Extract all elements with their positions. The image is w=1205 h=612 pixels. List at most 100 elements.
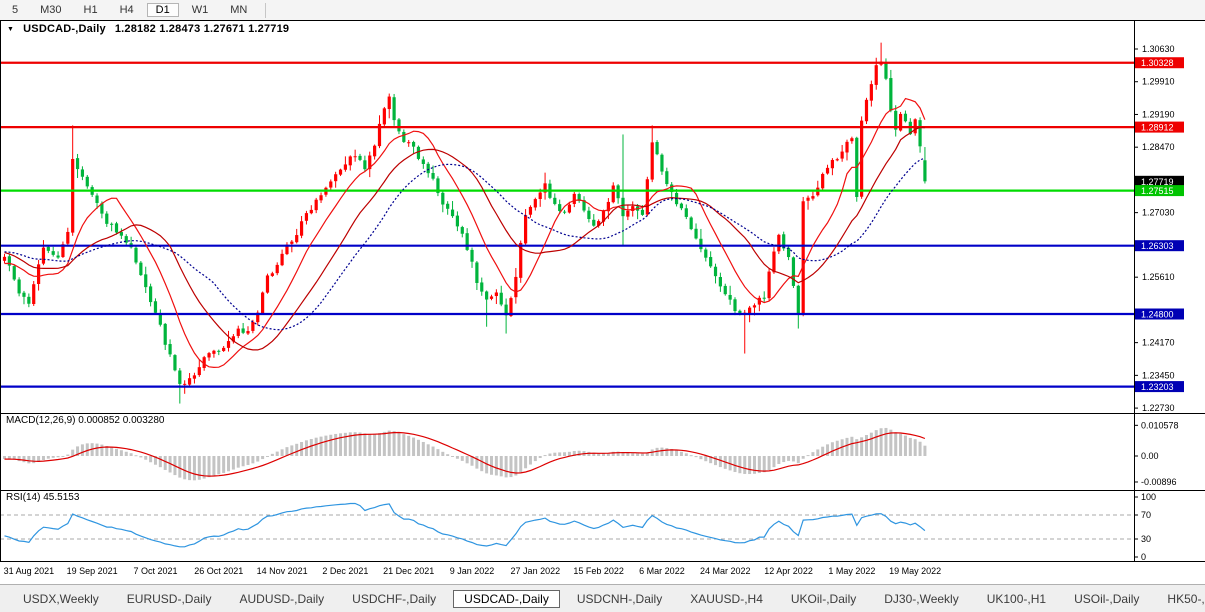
candle-body	[183, 383, 187, 385]
timeframe-button-H1[interactable]: H1	[75, 3, 107, 17]
symbol-tab-ukoil-daily[interactable]: UKOil-,Daily	[780, 590, 867, 608]
candle-body	[616, 185, 620, 199]
macd-histogram-bar	[446, 454, 450, 456]
macd-histogram-bar	[752, 456, 756, 474]
price-badge-1.30328: 1.30328	[1135, 57, 1184, 69]
macd-histogram-bar	[17, 456, 21, 462]
symbol-tab-usdchf-daily[interactable]: USDCHF-,Daily	[341, 590, 447, 608]
symbol-tab-uk100-h1[interactable]: UK100-,H1	[976, 590, 1057, 608]
candle-body	[728, 294, 732, 300]
macd-histogram-bar	[144, 456, 148, 460]
timeframe-button-W1[interactable]: W1	[183, 3, 218, 17]
macd-histogram-bar	[777, 456, 781, 464]
price-tick-label: 1.29190	[1142, 109, 1175, 119]
symbol-dropdown-icon[interactable]: ▼	[7, 26, 14, 33]
candle-body	[197, 367, 201, 376]
candle-body	[572, 193, 576, 204]
candle-body	[192, 375, 197, 379]
macd-histogram-bar	[441, 451, 445, 456]
symbol-tab-usoil-daily[interactable]: USOil-,Daily	[1063, 590, 1150, 608]
macd-histogram-bar	[319, 436, 323, 456]
candle-body	[621, 197, 625, 217]
candle-body	[178, 370, 182, 384]
macd-histogram-bar	[475, 456, 479, 469]
symbol-tab-usdcad-daily[interactable]: USDCAD-,Daily	[453, 589, 560, 608]
macd-histogram-bar	[855, 439, 859, 456]
candle-body	[460, 227, 464, 234]
candle-body	[353, 156, 357, 158]
candle-body	[363, 160, 367, 170]
candle-body	[733, 299, 737, 312]
candle-body	[645, 179, 649, 215]
chart-canvas[interactable]: 1.30630 1.29910 1.29190 1.28470 1.27030 1.256…	[0, 0, 1205, 584]
symbol-tab-xauusd-h4[interactable]: XAUUSD-,H4	[679, 590, 774, 608]
candle-body	[12, 266, 16, 280]
symbol-tab-usdx-weekly[interactable]: USDX,Weekly	[12, 590, 110, 608]
candle-body	[528, 206, 533, 215]
candle-body	[679, 203, 684, 209]
timeframe-button-D1[interactable]: D1	[146, 3, 179, 17]
candle-body	[499, 292, 503, 305]
candle-body	[821, 173, 825, 189]
candle-body	[431, 172, 435, 179]
timeframe-button-MN[interactable]: MN	[221, 3, 256, 17]
macd-histogram-bar	[183, 456, 187, 480]
toolbar-separator	[265, 2, 267, 18]
candle-body	[553, 197, 557, 204]
candle-body	[114, 223, 119, 233]
macd-histogram-bar	[543, 455, 547, 457]
date-tick-label: 19 Sep 2021	[67, 566, 118, 576]
chart-title: ▼ USDCAD-,Daily 1.28182 1.28473 1.27671 …	[7, 23, 289, 35]
chart-background	[0, 20, 1205, 584]
macd-histogram-bar	[684, 453, 688, 456]
macd-histogram-bar	[558, 452, 562, 456]
candle-body	[270, 273, 274, 276]
date-tick-label: 1 May 2022	[828, 566, 875, 576]
macd-histogram-bar	[509, 456, 513, 478]
symbol-tab-dj30-weekly[interactable]: DJ30-,Weekly	[873, 590, 969, 608]
candle-body	[334, 174, 338, 182]
candle-body	[421, 159, 425, 164]
macd-histogram-bar	[280, 449, 284, 456]
macd-histogram-bar	[149, 456, 153, 463]
macd-histogram-bar	[129, 453, 133, 456]
svg-text:1.27515: 1.27515	[1141, 186, 1174, 196]
macd-histogram-bar	[533, 456, 537, 462]
macd-histogram-bar	[845, 437, 849, 456]
macd-histogram-bar	[460, 456, 464, 461]
price-tick-label: 1.24170	[1142, 338, 1175, 348]
price-tick-label: 1.28470	[1142, 142, 1175, 152]
candle-body	[684, 208, 688, 217]
candle-body	[718, 277, 722, 287]
candle-body	[558, 204, 562, 211]
candle-body	[134, 247, 138, 263]
date-tick-label: 27 Jan 2022	[511, 566, 561, 576]
symbol-tab-usdcnh-daily[interactable]: USDCNH-,Daily	[566, 590, 673, 608]
candle-body	[411, 141, 416, 147]
date-tick-label: 2 Dec 2021	[322, 566, 368, 576]
date-axis: 31 Aug 2021 19 Sep 2021 7 Oct 2021 26 Oct 2…	[4, 566, 942, 576]
macd-histogram-bar	[538, 456, 542, 458]
candle-body	[46, 246, 50, 251]
symbol-tab-audusd-daily[interactable]: AUDUSD-,Daily	[228, 590, 335, 608]
price-tick-label: 1.30630	[1142, 44, 1175, 54]
macd-histogram-bar	[265, 456, 269, 457]
rsi-indicator-label: RSI(14) 45.5153	[6, 492, 80, 503]
symbol-tab-hk50-h1[interactable]: HK50-,H1	[1156, 590, 1205, 608]
timeframe-button-5[interactable]: 5	[3, 3, 27, 17]
timeframe-button-M30[interactable]: M30	[31, 3, 70, 17]
timeframe-button-H4[interactable]: H4	[111, 3, 143, 17]
macd-histogram-bar	[830, 442, 834, 456]
macd-histogram-bar	[524, 456, 528, 469]
macd-histogram-bar	[246, 456, 250, 465]
candle-body	[153, 301, 158, 313]
macd-histogram-bar	[358, 432, 362, 456]
macd-histogram-bar	[626, 452, 630, 456]
macd-histogram-bar	[504, 456, 508, 478]
candle-body	[246, 331, 250, 334]
symbol-tab-eurusd-daily[interactable]: EURUSD-,Daily	[116, 590, 223, 608]
macd-histogram-bar	[908, 437, 912, 456]
candle-body	[567, 204, 572, 213]
macd-histogram-bar	[314, 437, 318, 456]
macd-histogram-bar	[796, 456, 800, 464]
